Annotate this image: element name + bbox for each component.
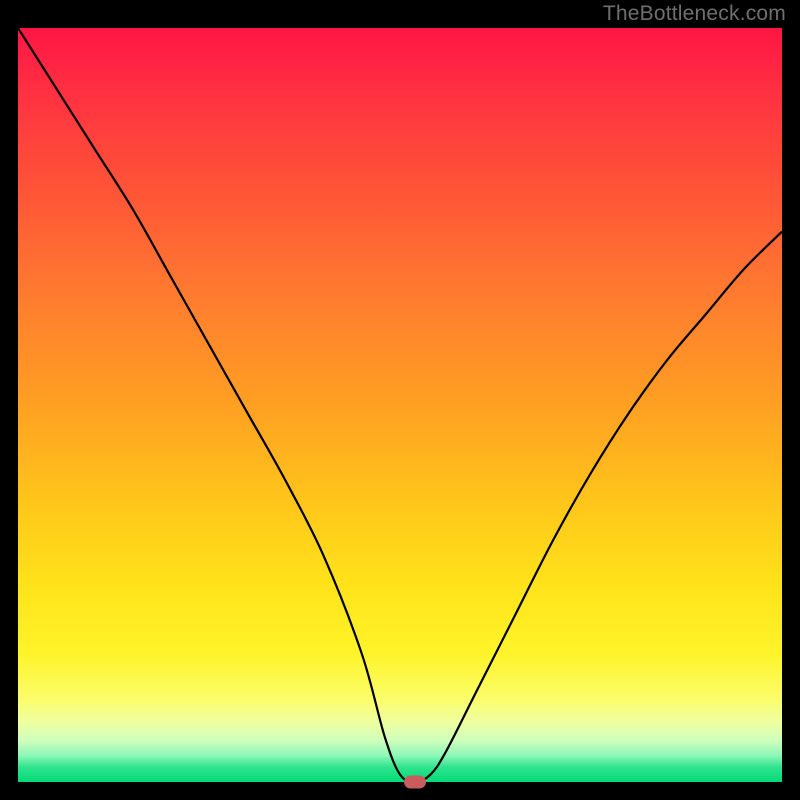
minimum-marker [404,776,426,789]
chart-frame: TheBottleneck.com [0,0,800,800]
plot-area [18,28,782,782]
curve-path [18,28,782,782]
watermark-text: TheBottleneck.com [603,2,786,26]
bottleneck-curve [18,28,782,782]
